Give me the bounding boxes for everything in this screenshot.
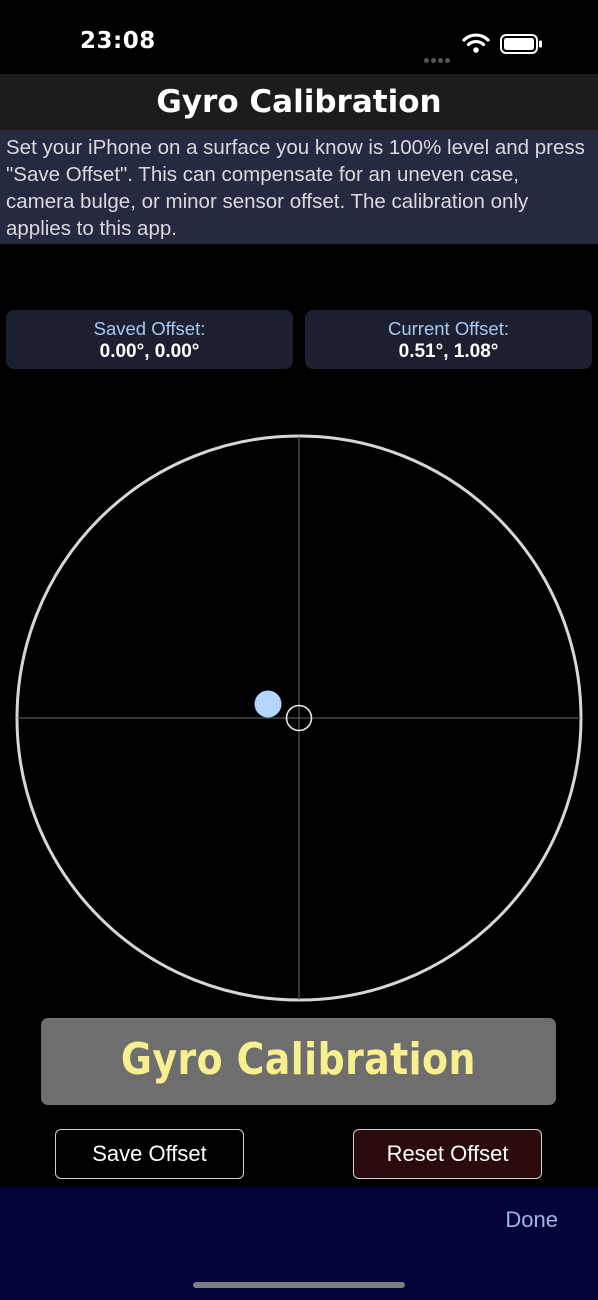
save-offset-label: Save Offset [92,1141,207,1166]
save-offset-button[interactable]: Save Offset [55,1129,244,1179]
reset-offset-button[interactable]: Reset Offset [353,1129,542,1179]
saved-offset-value: 0.00°, 0.00° [99,341,200,362]
saved-offset-card: Saved Offset: 0.00°, 0.00° [6,310,293,369]
instructions-panel: Set your iPhone on a surface you know is… [0,131,598,244]
level-gauge [15,434,583,1002]
battery-icon [500,34,542,54]
reset-offset-label: Reset Offset [386,1141,509,1166]
page-title: Gyro Calibration [156,84,442,120]
current-offset-card: Current Offset: 0.51°, 1.08° [305,310,592,369]
status-bar: 23:08 [0,0,598,74]
wifi-icon [462,33,490,53]
footer-bar: Done [0,1187,598,1300]
home-indicator[interactable] [193,1282,405,1288]
banner-text: Gyro Calibration [121,1034,476,1085]
saved-offset-label: Saved Offset: [93,318,206,339]
navigation-bar: Gyro Calibration [0,74,598,131]
cellular-signal-icon [424,48,454,63]
current-offset-label: Current Offset: [388,318,509,339]
done-button[interactable]: Done [505,1207,558,1233]
status-time: 23:08 [80,28,156,54]
instructions-text: Set your iPhone on a surface you know is… [6,136,585,240]
current-offset-value: 0.51°, 1.08° [398,341,499,362]
calibration-banner: Gyro Calibration [41,1018,556,1105]
level-bubble [254,690,282,718]
